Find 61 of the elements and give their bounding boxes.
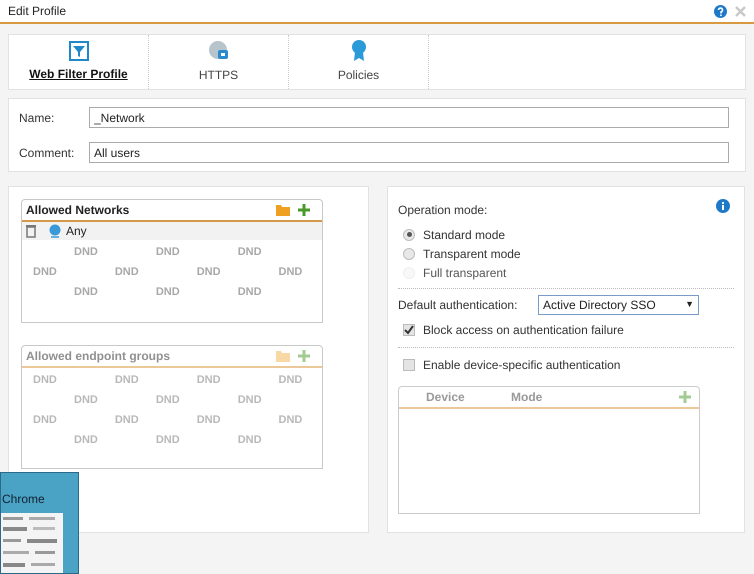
drop-hint: DND [238,393,262,408]
globe-lock-icon [208,40,230,62]
checkbox-label: Enable device-specific authentication [423,357,620,374]
radio-button[interactable] [403,248,415,260]
help-icon[interactable] [714,4,727,18]
tab[interactable]: Policies [289,35,429,89]
radio-button[interactable] [403,228,415,240]
drop-hint: DND [196,265,221,280]
close-icon[interactable] [735,6,746,16]
column-header: Device [425,389,466,406]
radio-label: Transparent mode [423,246,521,262]
network-label: Any [66,223,87,240]
globe-icon [48,224,62,238]
drop-hint: DND [33,265,57,280]
list-row[interactable]: Any [22,222,322,240]
drop-hint: DND [114,265,139,280]
drop-hint: DND [278,413,302,428]
drop-hint: DND [114,373,139,388]
preview-title: Chrome [2,491,45,508]
trash-icon[interactable] [26,224,36,238]
comment-field[interactable]: All users [89,142,729,163]
window-title: Edit Profile [8,3,66,20]
drop-hint: DND [74,245,98,260]
tab[interactable]: HTTPS [149,35,289,89]
field-label: Name: [19,110,56,126]
drop-hint: DND [278,265,302,280]
drop-hint: DND [33,413,57,428]
info-icon[interactable] [716,199,730,213]
drop-hint: DND [238,433,262,448]
radio-label: Standard mode [423,226,506,244]
authentication-dropdown[interactable]: Active Directory SSO ▼ [538,295,699,315]
drop-hint: DND [238,285,262,300]
radio-label: Full transparent [423,264,506,282]
column-header: Mode [510,389,544,406]
drop-hint: DND [156,245,180,260]
drop-hint: DND [33,373,57,388]
checkbox-label: Block access on authentication failure [423,322,624,339]
section-label: Operation mode: [398,202,488,219]
list-title: Allowed endpoint groups [26,348,170,365]
ribbon-icon [350,40,366,62]
tab[interactable]: Web Filter Profile [9,35,149,89]
list-title: Allowed Networks [26,202,130,219]
checkbox[interactable] [403,324,415,336]
drop-hint: DND [156,285,180,300]
drop-hint: DND [74,393,98,408]
drop-hint: DND [278,373,302,388]
drop-hint: DND [156,433,180,448]
folder-icon[interactable] [276,204,290,216]
add-icon[interactable] [298,204,310,216]
checkbox[interactable] [403,359,415,371]
field-label: Comment: [19,144,76,162]
drop-hint: DND [238,245,262,260]
filter-icon [68,41,88,61]
drop-hint: DND [196,373,221,388]
drop-hint: DND [196,413,221,428]
drop-hint: DND [156,393,180,408]
field-label: Default authentication: [398,297,518,314]
drop-hint: DND [74,433,98,448]
name-field[interactable]: _Network [89,107,729,128]
drop-hint: DND [74,285,98,300]
drop-hint: DND [114,413,139,428]
